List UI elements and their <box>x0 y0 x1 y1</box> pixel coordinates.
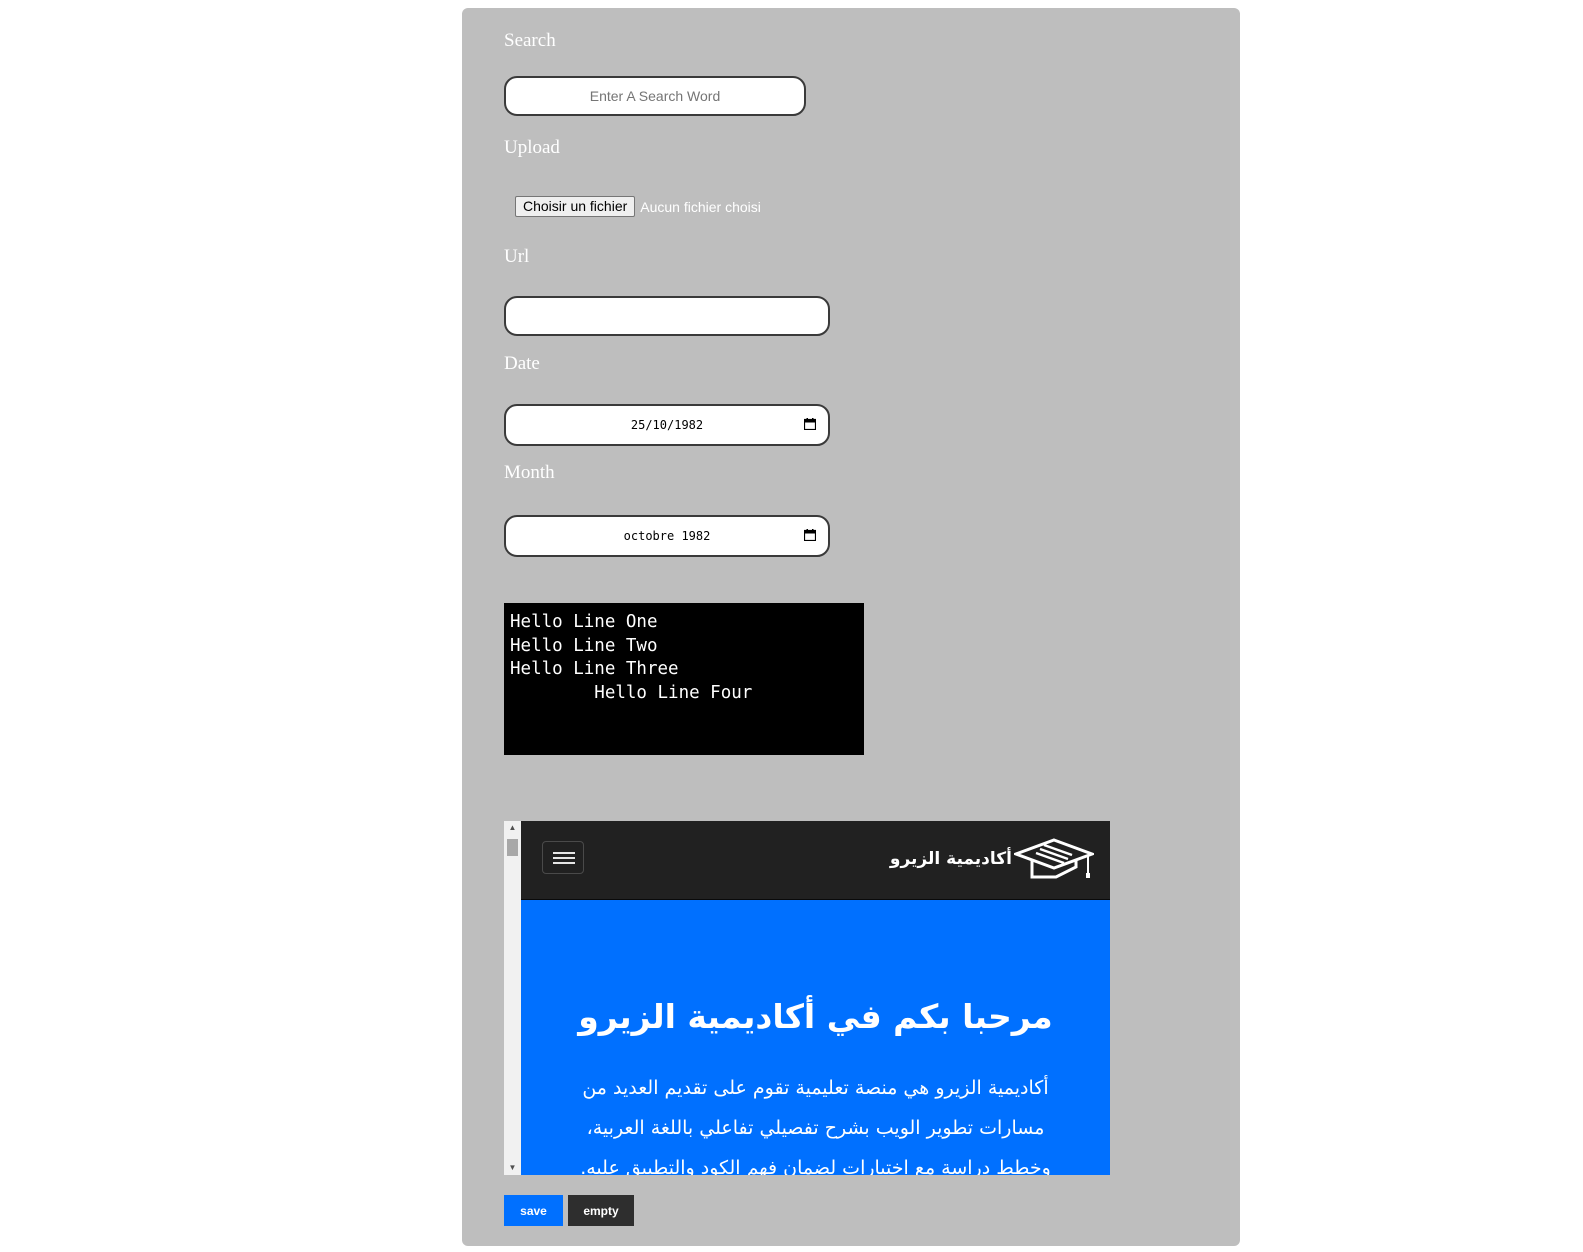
date-input[interactable]: 25/10/1982 <box>504 404 830 446</box>
calendar-icon[interactable] <box>804 529 816 541</box>
iframe-scrollbar[interactable]: ▲ ▼ <box>504 821 521 1175</box>
url-input[interactable] <box>504 296 830 336</box>
graduation-cap-icon <box>1014 838 1094 879</box>
date-value: 25/10/1982 <box>630 418 704 432</box>
hamburger-menu-icon[interactable] <box>542 841 584 874</box>
save-button[interactable]: save <box>504 1195 563 1226</box>
calendar-icon[interactable] <box>804 418 816 430</box>
scroll-down-arrow-icon[interactable]: ▼ <box>504 1161 521 1175</box>
site-navbar: أكاديمية الزيرو <box>521 821 1110 900</box>
file-upload-control[interactable]: Choisir un fichier Aucun fichier choisi <box>515 196 761 217</box>
search-input[interactable] <box>504 76 806 116</box>
embedded-site: أكاديمية الزيرو مرحبا بكم في أكاديمية ال… <box>521 821 1110 1175</box>
scroll-thumb[interactable] <box>507 839 518 856</box>
month-value: octobre 1982 <box>623 529 711 543</box>
month-input[interactable]: octobre 1982 <box>504 515 830 557</box>
date-label: Date <box>504 353 540 374</box>
site-brand[interactable]: أكاديمية الزيرو <box>890 837 1094 881</box>
upload-label: Upload <box>504 137 560 158</box>
hero-title: مرحبا بكم في أكاديمية الزيرو <box>578 997 1053 1036</box>
month-label: Month <box>504 462 555 483</box>
form-panel: Search Upload Choisir un fichier Aucun f… <box>462 8 1240 1246</box>
file-status-text: Aucun fichier choisi <box>640 198 761 215</box>
site-brand-name[interactable]: أكاديمية الزيرو <box>890 849 1012 869</box>
embedded-site-iframe[interactable]: ▲ ▼ أكاديمية الزيرو مرحبا بكم في أكاديمي… <box>504 821 1110 1175</box>
url-label: Url <box>504 246 530 267</box>
hero-text: أكاديمية الزيرو هي منصة تعليمية تقوم على… <box>580 1077 1051 1175</box>
choose-file-button[interactable]: Choisir un fichier <box>515 196 636 217</box>
empty-button[interactable]: empty <box>568 1195 634 1226</box>
site-hero: مرحبا بكم في أكاديمية الزيرو أكاديمية ال… <box>521 900 1110 1175</box>
search-label: Search <box>504 30 556 51</box>
scroll-up-arrow-icon[interactable]: ▲ <box>504 821 521 835</box>
preformatted-text-block: Hello Line One Hello Line Two Hello Line… <box>504 603 864 755</box>
